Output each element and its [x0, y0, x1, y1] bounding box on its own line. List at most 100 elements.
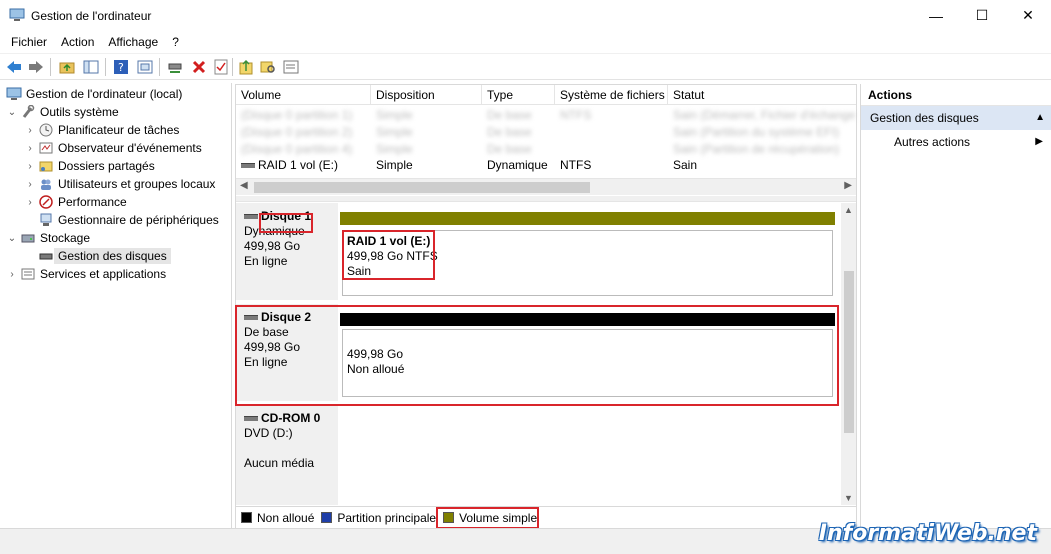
tree-item-stockage[interactable]: ⌄ Stockage [6, 229, 90, 247]
scroll-down-icon[interactable]: ▼ [844, 493, 853, 503]
tree-label: Services et applications [40, 267, 167, 281]
actions-section-label: Gestion des disques [870, 111, 979, 125]
vertical-scrollbar[interactable]: ▲ ▼ [841, 203, 856, 505]
legend-item: Partition principale [321, 511, 436, 525]
column-header-volume[interactable]: Volume [236, 85, 371, 105]
action-autres-actions[interactable]: Autres actions ▶ [861, 130, 1051, 154]
export-icon[interactable] [237, 58, 255, 76]
clock-icon [38, 122, 54, 138]
cdrom-kind: DVD (D:) [244, 426, 293, 440]
cell-type: De base [487, 108, 532, 122]
console-tree-icon[interactable] [82, 58, 100, 76]
actions-section-disk-management[interactable]: Gestion des disques ▲ [861, 106, 1051, 130]
cell-type: Dynamique [487, 158, 548, 172]
volume-list-header: Volume Disposition Type Système de fichi… [236, 85, 856, 105]
tree-label: Gestion des disques [54, 248, 171, 264]
tree-item-gestionnaire-peripheriques[interactable]: Gestionnaire de périphériques [36, 211, 219, 229]
chevron-right-icon[interactable]: › [24, 179, 36, 190]
tree-item-planificateur[interactable]: › Planificateur de tâches [24, 121, 179, 139]
disk-management-icon [38, 248, 54, 264]
tree-label: Performance [58, 195, 127, 209]
tree-item-outils-systeme[interactable]: ⌄ Outils système [6, 103, 119, 121]
delete-icon[interactable] [190, 58, 208, 76]
settings-list-icon[interactable] [282, 58, 300, 76]
menu-affichage[interactable]: Affichage [101, 32, 165, 52]
tree-root[interactable]: Gestion de l'ordinateur (local) [4, 85, 182, 103]
table-row[interactable]: (Disque 0 partition 2) Simple De base Sa… [236, 124, 856, 141]
pane-splitter[interactable] [236, 196, 856, 202]
connect-icon[interactable] [166, 58, 184, 76]
submenu-arrow-icon: ▶ [1035, 136, 1043, 147]
performance-icon [38, 194, 54, 210]
storage-icon [20, 230, 36, 246]
tree-item-dossiers-partages[interactable]: › Dossiers partagés [24, 157, 154, 175]
legend-label: Partition principale [337, 510, 437, 525]
menu-help[interactable]: ? [165, 32, 186, 52]
highlight-disk-2 [235, 305, 839, 406]
cell-volume: (Disque 0 partition 4) [241, 142, 353, 156]
column-header-disposition[interactable]: Disposition [371, 85, 482, 105]
column-header-status[interactable]: Statut [668, 85, 856, 105]
legend-label: Non alloué [257, 510, 315, 525]
console-tree: Gestion de l'ordinateur (local) ⌄ Outils… [0, 83, 232, 528]
scrollbar-thumb[interactable] [844, 271, 854, 433]
forward-arrow-icon[interactable] [27, 58, 45, 76]
properties-pane-icon[interactable] [136, 58, 154, 76]
table-row[interactable]: (Disque 0 partition 4) Simple De base Sa… [236, 141, 856, 158]
search-folder-icon[interactable] [259, 58, 277, 76]
column-header-filesystem[interactable]: Système de fichiers [555, 85, 668, 105]
toolbar-separator [50, 58, 51, 76]
menu-action[interactable]: Action [54, 32, 101, 52]
properties-check-icon[interactable] [212, 58, 230, 76]
column-header-type[interactable]: Type [482, 85, 555, 105]
volume-name: RAID 1 vol (E:) [258, 158, 339, 172]
tree-item-utilisateurs[interactable]: › Utilisateurs et groupes locaux [24, 175, 215, 193]
users-icon [38, 176, 54, 192]
tree-label: Gestionnaire de périphériques [58, 213, 219, 227]
help-icon[interactable]: ? [112, 58, 130, 76]
scroll-left-icon[interactable]: ◀ [240, 180, 248, 191]
tree-label: Gestion de l'ordinateur (local) [26, 87, 183, 101]
legend-item: Non alloué [241, 511, 314, 525]
cell-status: Sain [673, 158, 698, 172]
cell-status: Sain (Partition de récupération) [673, 142, 840, 156]
highlight-disk-1-name [259, 213, 313, 233]
toolbar-separator [232, 58, 233, 76]
scrollbar-thumb[interactable] [254, 182, 590, 193]
svg-text:?: ? [118, 61, 124, 74]
toolbar: ? [0, 53, 1051, 80]
tree-item-services[interactable]: › Services et applications [6, 265, 166, 283]
cell-filesystem: NTFS [560, 108, 592, 122]
tree-item-performance[interactable]: › Performance [24, 193, 127, 211]
tree-label: Outils système [40, 105, 119, 119]
chevron-down-icon[interactable]: ⌄ [6, 233, 18, 244]
maximize-button[interactable]: ☐ [959, 0, 1005, 31]
table-row[interactable]: RAID 1 vol (E:) Simple Dynamique NTFS Sa… [236, 157, 856, 174]
cell-status: Sain (Démarrer, Fichier d'échange) [673, 108, 856, 122]
tree-item-gestion-disques[interactable]: Gestion des disques [36, 247, 171, 265]
close-button[interactable]: ✕ [1005, 0, 1051, 31]
cdrom-header: CD-ROM 0 [244, 411, 320, 426]
menu-fichier[interactable]: Fichier [4, 32, 54, 52]
chevron-right-icon[interactable]: › [24, 125, 36, 136]
chevron-right-icon[interactable]: › [24, 161, 36, 172]
scroll-up-icon[interactable]: ▲ [844, 205, 853, 215]
table-row[interactable]: (Disque 0 partition 1) Simple De base NT… [236, 107, 856, 124]
minimize-button[interactable]: — [913, 0, 959, 31]
chevron-right-icon[interactable]: › [6, 269, 18, 280]
collapse-up-icon[interactable]: ▲ [1035, 106, 1045, 130]
cell-type: De base [487, 125, 532, 139]
back-arrow-icon[interactable] [5, 58, 23, 76]
tree-item-observateur[interactable]: › Observateur d'événements [24, 139, 201, 157]
watermark-logo: InformatiWeb.net [818, 521, 1037, 546]
cdrom-icon [244, 416, 258, 421]
chevron-right-icon[interactable]: › [24, 143, 36, 154]
cdrom-info[interactable]: CD-ROM 0 DVD (D:) Aucun média [236, 405, 338, 505]
horizontal-scrollbar[interactable]: ◀ ▶ [236, 178, 856, 195]
chevron-right-icon[interactable]: › [24, 197, 36, 208]
services-icon [20, 266, 36, 282]
scroll-right-icon[interactable]: ▶ [844, 180, 852, 191]
up-folder-icon[interactable] [58, 58, 76, 76]
chevron-down-icon[interactable]: ⌄ [6, 107, 18, 118]
